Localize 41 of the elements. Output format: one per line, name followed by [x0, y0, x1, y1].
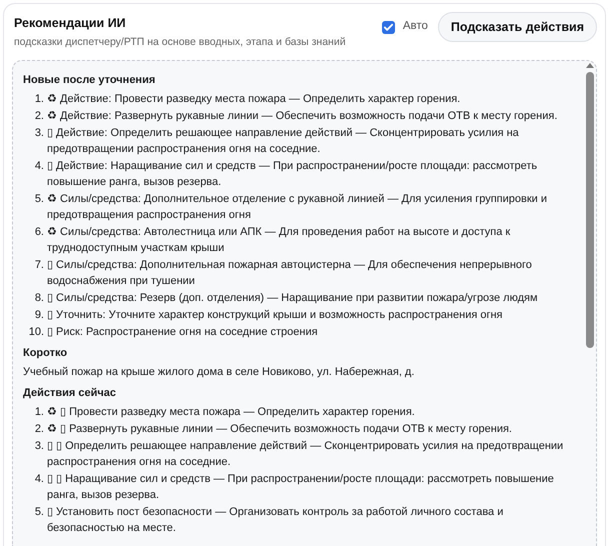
recommendation-text: ▯ Действие: Определить решающее направление действий — Сконцентрировать усилия на предотвращении распространения огня на соседние. — [47, 126, 520, 156]
recommendation-text: ▯ ▯ Определить решающее направление действий — Сконцентрировать усилия на предотвращении распространения огня на соседние. — [47, 438, 564, 470]
section-heading: Действия сейчас — [23, 386, 117, 400]
panel-title: Рекомендации ИИ — [14, 15, 127, 32]
recommendation-text: ♻ ▯ Развернуть рукавные линии — Обеспечить возможность подачи ОТВ к месту горения. — [47, 422, 513, 436]
auto-label: Авто — [402, 19, 428, 34]
item-number: 5. — [34, 504, 45, 520]
recommendation-text: ▯ Уточнить: Уточните характер конструкций крыши и возможность распространения огня — [47, 308, 504, 322]
item-number: 1. — [34, 404, 45, 420]
item-number: 4. — [34, 158, 45, 174]
item-number: 6. — [34, 224, 45, 240]
recommendation-text: ♻ Действие: Развернуть рукавные линии — Обеспечить возможность подачи ОТВ к месту горения. — [47, 108, 558, 124]
recommendation-text: ▯ Силы/средства: Дополнительная пожарная автоцистерна — Для обеспечения непрерывного водоснабжения при тушении — [47, 258, 533, 288]
recommendation-text: ▯ Действие: Наращивание сил и средств — При распространении/росте площади: рассмотреть повышение ранга, вызов резерва. — [47, 158, 538, 190]
item-number: 4. — [34, 472, 45, 486]
item-number: 9. — [34, 308, 45, 322]
recommendation-text: ▯ Установить пост безопасности — Организовать контроль за работой личного состава и безопасностью на месте. — [47, 504, 504, 536]
item-number: 5. — [34, 192, 45, 206]
item-number: 10. — [28, 324, 45, 340]
scrollbar-thumb[interactable] — [586, 72, 594, 348]
item-number: 2. — [34, 108, 45, 124]
item-number: 8. — [34, 290, 45, 306]
scroll-up-icon[interactable] — [586, 62, 594, 68]
section-heading: Коротко — [23, 346, 68, 360]
item-number: 2. — [34, 422, 45, 436]
item-number: 1. — [34, 92, 45, 106]
recommendation-text: ♻ Действие: Провести разведку места пожара — Определить характер горения. — [47, 92, 462, 106]
panel-subtitle: подсказки диспетчеру/РТП на основе вводных, этапа и базы знаний — [14, 34, 346, 50]
recommendation-text: ♻ Силы/средства: Автолестница или АПК — Для проведения работ на высоте и доступа к труднодоступным участкам крыши — [47, 224, 512, 256]
suggest-actions-button[interactable]: Подсказать действия — [438, 12, 597, 42]
auto-checkbox[interactable] — [382, 20, 395, 34]
recommendation-text: ♻ ▯ Провести разведку места пожара — Определить характер горения. — [47, 404, 416, 420]
recommendation-text: ♻ Силы/средства: Дополнительное отделение с рукавной линией — Для усиления группировки и предотвращения распространения огня — [47, 192, 548, 222]
section-heading: Новые после уточнения — [23, 72, 156, 88]
recommendation-text: ▯ Риск: Распространение огня на соседние строения — [47, 324, 319, 340]
item-number: 3. — [34, 438, 45, 454]
recommendation-text: ▯ Силы/средства: Резерв (доп. отделения) — Наращивание при развитии пожара/угрозе людям — [47, 290, 539, 306]
item-number: 3. — [34, 126, 45, 140]
summary-text: Учебный пожар на крыше жилого дома в селе Новиково, ул. Набережная, д. — [23, 364, 416, 380]
recommendation-text: ▯ ▯ Наращивание сил и средств — При распространении/росте площади: рассмотреть повышение ранга, вызов резерва. — [47, 472, 555, 502]
item-number: 7. — [34, 258, 45, 272]
